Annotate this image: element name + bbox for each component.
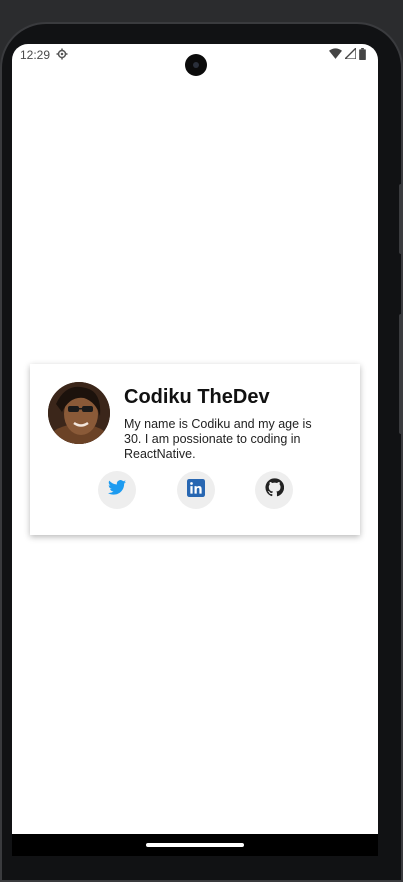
github-button[interactable]: [255, 471, 293, 509]
phone-screen: 12:29 Codiku TheDev My name is Codiku an…: [12, 44, 378, 856]
status-time: 12:29: [20, 48, 51, 62]
profile-bio: My name is Codiku and my age is 30. I am…: [124, 417, 312, 461]
github-icon: [264, 478, 284, 502]
linkedin-icon: [187, 478, 205, 502]
signal-icon: [343, 46, 357, 62]
profile-card: Codiku TheDev My name is Codiku and my a…: [30, 364, 360, 535]
profile-name: Codiku TheDev: [124, 386, 270, 408]
twitter-button[interactable]: [98, 471, 136, 509]
volume-button: [399, 184, 403, 254]
settings-gear-icon: [56, 48, 68, 63]
linkedin-button[interactable]: [177, 471, 215, 509]
navigation-bar: [12, 834, 378, 856]
power-button: [399, 314, 403, 434]
profile-avatar[interactable]: [48, 382, 110, 444]
battery-icon: [359, 47, 366, 63]
front-camera: [185, 54, 207, 76]
home-indicator[interactable]: [146, 843, 244, 847]
twitter-icon: [108, 480, 126, 500]
wifi-icon: [329, 48, 342, 62]
